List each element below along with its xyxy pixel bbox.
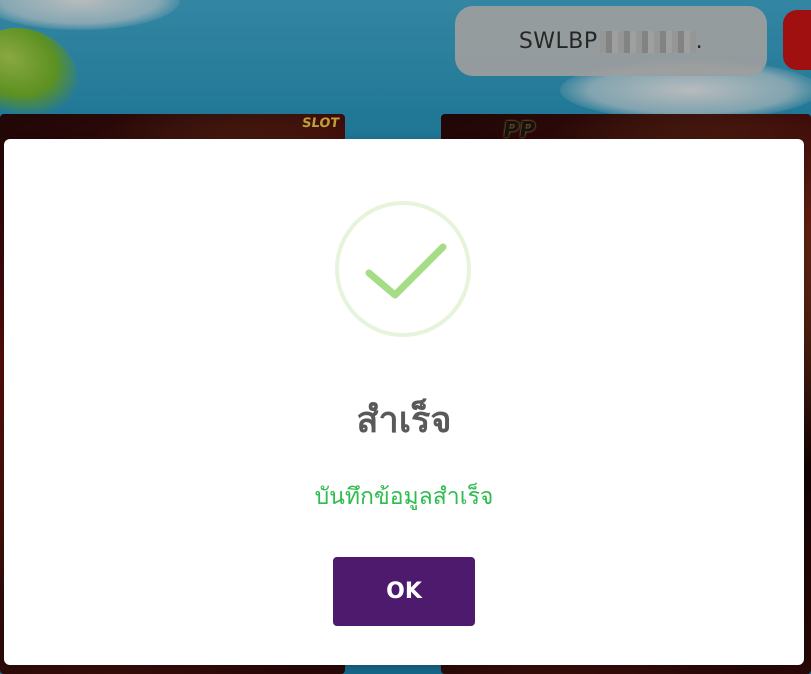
dialog-message: บันทึกข้อมูลสำเร็จ [314, 484, 494, 510]
success-check-icon [335, 201, 471, 337]
success-dialog: สำเร็จ บันทึกข้อมูลสำเร็จ OK [4, 139, 804, 665]
dialog-title: สำเร็จ [356, 400, 452, 441]
ok-button[interactable]: OK [333, 557, 475, 626]
